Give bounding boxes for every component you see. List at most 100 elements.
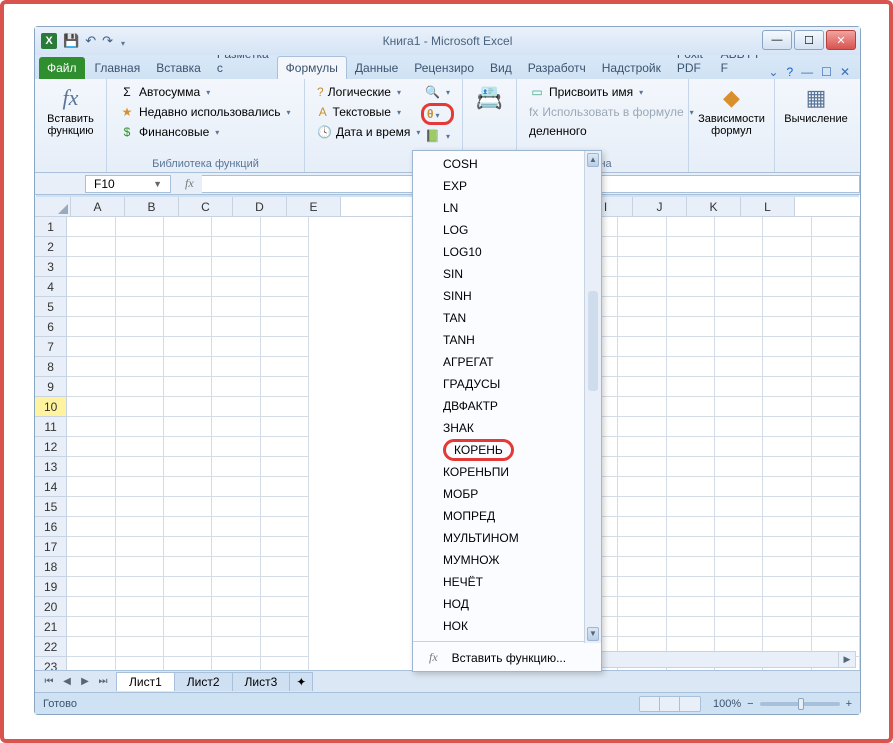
help-icon[interactable]: ? [786,65,793,79]
cell[interactable] [618,217,666,237]
sheet-nav-next-icon[interactable]: ▶ [77,676,93,687]
cell[interactable] [164,217,212,237]
cell[interactable] [715,597,763,617]
cell[interactable] [212,217,260,237]
column-header[interactable]: L [741,197,795,216]
tab-home[interactable]: Главная [87,57,149,79]
cell[interactable] [67,657,115,670]
cell[interactable] [67,637,115,657]
cell[interactable] [261,337,309,357]
cell[interactable] [164,637,212,657]
cell[interactable] [261,597,309,617]
row-header[interactable]: 6 [35,317,67,337]
row-header[interactable]: 10 [35,397,67,417]
cell[interactable] [763,497,811,517]
menu-item[interactable]: EXP [413,175,584,197]
qat-dropdown[interactable] [119,34,125,49]
cell[interactable] [67,217,115,237]
menu-item[interactable]: ДВФАКТР [413,395,584,417]
cell[interactable] [116,437,164,457]
menu-item[interactable]: НЕЧЁТ [413,571,584,593]
cell[interactable] [164,297,212,317]
cell[interactable] [212,477,260,497]
cell[interactable] [261,237,309,257]
cell[interactable] [164,357,212,377]
menu-item[interactable]: МОПРЕД [413,505,584,527]
doc-close-icon[interactable]: ✕ [840,65,850,79]
menu-item[interactable]: TAN [413,307,584,329]
tab-view[interactable]: Вид [482,57,520,79]
row-header[interactable]: 14 [35,477,67,497]
cell[interactable] [116,377,164,397]
cell[interactable] [164,597,212,617]
zoom-level[interactable]: 100% [713,698,741,710]
cell[interactable] [667,237,715,257]
cell[interactable] [667,617,715,637]
cell[interactable] [261,617,309,637]
menu-item[interactable]: COSH [413,153,584,175]
menu-item[interactable]: ЗНАК [413,417,584,439]
row-header[interactable]: 8 [35,357,67,377]
column-header[interactable]: E [287,197,341,216]
cell[interactable] [116,637,164,657]
cell[interactable] [164,577,212,597]
cell[interactable] [812,437,860,457]
row-header[interactable]: 3 [35,257,67,277]
row-header[interactable]: 4 [35,277,67,297]
cell[interactable] [212,537,260,557]
cell[interactable] [667,437,715,457]
cell[interactable] [715,337,763,357]
name-box[interactable]: F10 ▼ [85,175,171,193]
cell[interactable] [715,217,763,237]
menu-item[interactable]: НОД [413,593,584,615]
cell[interactable] [715,437,763,457]
tab-data[interactable]: Данные [347,57,406,79]
cell[interactable] [618,317,666,337]
scroll-down-icon[interactable]: ▼ [587,627,599,641]
cell[interactable] [164,477,212,497]
zoom-out-button[interactable]: − [747,698,753,710]
use-in-formula-button[interactable]: fxИспользовать в формуле [525,103,680,121]
doc-restore-icon[interactable]: ☐ [821,65,832,79]
row-header[interactable]: 20 [35,597,67,617]
autosum-button[interactable]: ΣАвтосумма [115,83,296,101]
math-trig-button[interactable]: θ [421,103,454,125]
cell[interactable] [261,377,309,397]
cell[interactable] [164,317,212,337]
cell[interactable] [763,337,811,357]
sheet-nav-prev-icon[interactable]: ◀ [59,676,75,687]
cell[interactable] [618,297,666,317]
cell[interactable] [812,277,860,297]
cell[interactable] [812,337,860,357]
cell[interactable] [261,497,309,517]
cell[interactable] [164,277,212,297]
cell[interactable] [116,477,164,497]
cell[interactable] [715,497,763,517]
cell[interactable] [164,257,212,277]
cell[interactable] [212,657,260,670]
cell[interactable] [67,277,115,297]
cell[interactable] [618,357,666,377]
save-icon[interactable]: 💾 [63,33,79,49]
cell[interactable] [261,417,309,437]
cell[interactable] [715,577,763,597]
cell[interactable] [67,237,115,257]
cell[interactable] [667,217,715,237]
cell[interactable] [812,397,860,417]
cell[interactable] [618,277,666,297]
cell[interactable] [67,597,115,617]
cell[interactable] [667,477,715,497]
cell[interactable] [715,237,763,257]
cell[interactable] [116,257,164,277]
row-header[interactable]: 15 [35,497,67,517]
cell[interactable] [116,277,164,297]
zoom-slider[interactable] [760,702,840,706]
cell[interactable] [67,257,115,277]
cell[interactable] [715,317,763,337]
cell[interactable] [212,437,260,457]
formula-auditing-button[interactable]: ◆ Зависимости формул [697,83,766,139]
cell[interactable] [116,417,164,437]
cell[interactable] [667,317,715,337]
cell[interactable] [618,437,666,457]
cell[interactable] [164,417,212,437]
